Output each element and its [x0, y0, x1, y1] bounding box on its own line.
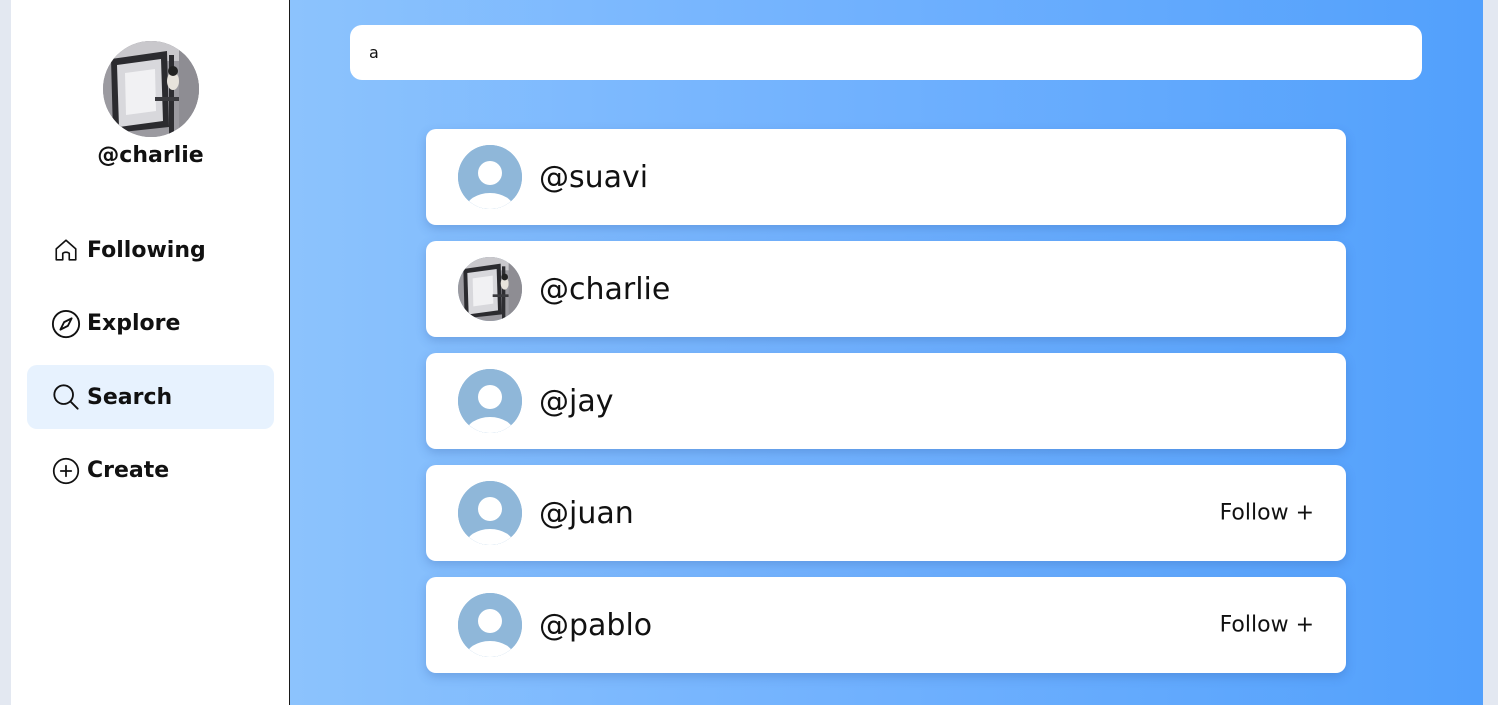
sidebar-item-create[interactable]: Create [27, 439, 274, 503]
sidebar-item-label: Search [87, 384, 173, 410]
user-handle[interactable]: @suavi [539, 160, 648, 195]
user-result-card[interactable]: @charlie [426, 241, 1346, 337]
sidebar-item-explore[interactable]: Explore [27, 292, 274, 356]
user-handle[interactable]: @juan [539, 496, 634, 531]
search-input[interactable] [367, 42, 1405, 63]
default-avatar-icon [458, 593, 522, 657]
sidebar: @charlie Following Explore Search Create [11, 0, 290, 705]
profile-photo-icon [103, 41, 199, 137]
user-result-card[interactable]: @suavi [426, 129, 1346, 225]
user-result-card[interactable]: @pablo Follow + [426, 577, 1346, 673]
default-avatar-icon [458, 369, 522, 433]
sidebar-item-label: Explore [87, 311, 181, 336]
user-photo-avatar [458, 257, 522, 321]
follow-button[interactable]: Follow + [1220, 501, 1314, 526]
user-handle[interactable]: @charlie [539, 272, 670, 307]
profile-photo-icon [458, 257, 522, 321]
home-icon [51, 235, 81, 265]
sidebar-item-label: Following [87, 237, 206, 263]
user-result-card[interactable]: @juan Follow + [426, 465, 1346, 561]
search-results: @suavi @charlie @jay @juan Follow + @pab… [426, 129, 1346, 689]
search-bar[interactable] [350, 25, 1422, 80]
user-handle[interactable]: @pablo [539, 608, 652, 643]
sidebar-item-following[interactable]: Following [27, 218, 274, 282]
plus-circle-icon [51, 456, 81, 486]
profile-handle[interactable]: @charlie [11, 143, 290, 168]
sidebar-item-label: Create [87, 458, 170, 483]
compass-icon [51, 309, 81, 339]
default-avatar-icon [458, 481, 522, 545]
profile-avatar[interactable] [103, 41, 199, 137]
user-result-card[interactable]: @jay [426, 353, 1346, 449]
search-icon [51, 382, 81, 412]
app-window: @charlie Following Explore Search Create… [11, 0, 1483, 705]
user-handle[interactable]: @jay [539, 384, 613, 419]
sidebar-nav: Following Explore Search Create [27, 218, 274, 512]
sidebar-item-search[interactable]: Search [27, 365, 274, 429]
follow-button[interactable]: Follow + [1220, 613, 1314, 638]
default-avatar-icon [458, 145, 522, 209]
main-content: @suavi [290, 0, 1483, 705]
